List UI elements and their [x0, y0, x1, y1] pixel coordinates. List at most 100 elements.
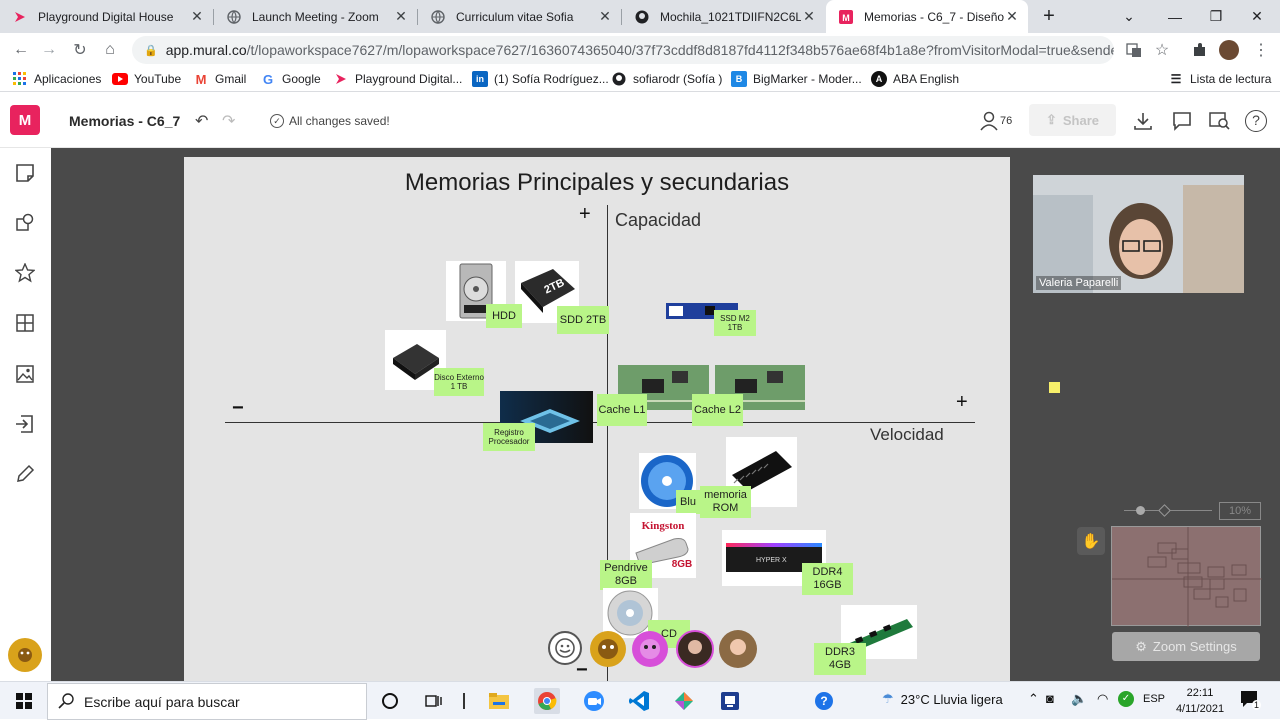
share-button[interactable]: ⇪ Share [1029, 104, 1116, 136]
tab-mural[interactable]: M Memorias - C6_7 - Diseño U ✕ [826, 0, 1028, 33]
comment-icon[interactable] [1172, 111, 1192, 136]
language-indicator[interactable]: ESP [1143, 693, 1165, 705]
collaborator-avatar-lion[interactable] [590, 631, 626, 667]
remote-app-icon[interactable] [718, 689, 742, 713]
help-app-icon[interactable]: ? [812, 689, 836, 713]
sticky-ssd-2tb[interactable]: SDD 2TB [557, 306, 609, 334]
bookmark-aba[interactable]: A ABA English [871, 70, 959, 88]
url-input[interactable]: 🔒 app.mural.co/t/lopaworkspace7627/m/lop… [132, 36, 1114, 64]
task-view-icon[interactable] [422, 689, 446, 713]
reading-list[interactable]: ☰ Lista de lectura [1168, 70, 1272, 88]
security-shield-icon[interactable]: ✓ [1118, 691, 1134, 707]
clock[interactable]: 22:11 4/11/2021 [1172, 685, 1228, 717]
text-shapes-icon[interactable] [13, 211, 37, 235]
download-icon[interactable] [1133, 111, 1153, 136]
vscode-icon[interactable] [627, 689, 651, 713]
sticky-note-icon[interactable] [13, 161, 37, 185]
bookmark-github[interactable]: sofiarodr (Sofía ) [611, 70, 722, 88]
extensions-puzzle-icon[interactable] [1186, 37, 1212, 63]
star-icon[interactable] [13, 261, 37, 285]
close-tab-icon[interactable]: ✕ [189, 8, 205, 25]
sticky-hdd[interactable]: HDD [486, 304, 522, 328]
sticky-rom[interactable]: memoria ROM [700, 486, 751, 518]
bookmark-apps[interactable]: Aplicaciones [12, 70, 101, 88]
gitkraken-icon[interactable] [672, 689, 696, 713]
reactions-smiley-icon[interactable] [548, 631, 582, 665]
sticky-ddr3[interactable]: DDR3 4GB [814, 643, 866, 675]
close-tab-icon[interactable]: ✕ [801, 8, 817, 25]
file-explorer-icon[interactable] [487, 689, 511, 713]
zoom-slider-handle[interactable] [1136, 506, 1145, 515]
bookmark-gmail[interactable]: M Gmail [193, 70, 247, 88]
bookmark-bigmarker[interactable]: B BigMarker - Moder... [731, 70, 862, 88]
frameworks-icon[interactable] [13, 311, 37, 335]
search-icon [58, 693, 74, 712]
sticky-cache-l2[interactable]: Cache L2 [692, 394, 743, 426]
new-tab-button[interactable]: + [1038, 6, 1060, 28]
bookmark-google[interactable]: G Google [260, 70, 321, 88]
tab-search-chevron-icon[interactable]: ⌄ [1106, 0, 1152, 33]
tab-zoom[interactable]: Launch Meeting - Zoom ✕ [214, 0, 417, 33]
close-window-button[interactable]: ✕ [1234, 0, 1280, 33]
image-icon[interactable] [13, 362, 37, 386]
hand-tool-icon[interactable]: ✋ [1077, 527, 1105, 555]
pencil-icon[interactable] [13, 462, 37, 486]
camera-icon[interactable]: ◙ [1046, 691, 1054, 706]
zoom-settings-button[interactable]: ⚙ Zoom Settings [1112, 632, 1260, 661]
bookmark-star-icon[interactable]: ☆ [1149, 37, 1175, 63]
back-button[interactable]: ← [8, 37, 34, 63]
notifications-icon[interactable]: 1 [1240, 690, 1261, 710]
sticky-disco-externo[interactable]: Disco Externo 1 TB [434, 368, 484, 396]
show-hidden-icons-chevron[interactable]: ⌃ [1028, 691, 1039, 707]
bookmark-playground[interactable]: Playground Digital... [333, 70, 462, 88]
cortana-icon[interactable] [378, 689, 402, 713]
speaker-icon[interactable]: 🔈 [1071, 691, 1087, 707]
sticky-ddr4[interactable]: DDR4 16GB [802, 563, 853, 595]
zoom-percent[interactable]: 10% [1219, 502, 1261, 520]
forward-button[interactable]: → [36, 37, 62, 63]
minimap[interactable] [1111, 526, 1262, 627]
weather-widget[interactable]: ☂ 23°C Lluvia ligera [882, 691, 1003, 707]
reload-button[interactable]: ↻ [67, 37, 93, 63]
bookmark-youtube[interactable]: YouTube [112, 70, 181, 88]
home-button[interactable]: ⌂ [97, 37, 123, 63]
sticky-ssd-m2[interactable]: SSD M2 1TB [714, 310, 756, 336]
zoom-app-icon[interactable] [582, 689, 606, 713]
close-tab-icon[interactable]: ✕ [597, 8, 613, 25]
collaborator-avatar-pink[interactable] [632, 631, 668, 667]
import-icon[interactable] [13, 412, 37, 436]
tab-github[interactable]: Mochila_1021TDIIFN2C6LAE ✕ [622, 0, 825, 33]
video-participant-name: Valeria Paparelli [1036, 276, 1122, 290]
board-area[interactable]: Memorias Principales y secundarias + Cap… [184, 157, 1010, 681]
minimize-button[interactable]: — [1152, 0, 1198, 33]
redo-icon[interactable]: ↷ [222, 111, 235, 131]
close-tab-icon[interactable]: ✕ [1004, 8, 1020, 25]
mural-title[interactable]: Memorias - C6_7 [69, 113, 180, 129]
sticky-cache-l1[interactable]: Cache L1 [597, 394, 647, 426]
search-board-icon[interactable] [1209, 111, 1231, 136]
tab-playground[interactable]: Playground Digital House ✕ [0, 0, 213, 33]
wifi-icon[interactable]: ◠ [1097, 691, 1108, 707]
help-icon[interactable]: ? [1245, 110, 1267, 132]
bookmark-linkedin[interactable]: in (1) Sofía Rodríguez... [472, 70, 609, 88]
mural-logo[interactable]: M [10, 105, 40, 135]
chrome-taskbar-icon[interactable] [534, 688, 560, 714]
undo-icon[interactable]: ↶ [195, 111, 208, 131]
small-sticky-note[interactable] [1049, 382, 1060, 393]
maximize-button[interactable]: ❐ [1193, 0, 1239, 33]
user-avatar[interactable] [8, 638, 42, 672]
windows-start-icon[interactable] [12, 689, 36, 713]
menu-kebab-icon[interactable]: ⋮ [1248, 37, 1274, 63]
profile-avatar[interactable] [1216, 37, 1242, 63]
tab-curriculum[interactable]: Curriculum vitae Sofia ✕ [418, 0, 621, 33]
sticky-registro[interactable]: Registro Procesador [483, 423, 535, 451]
video-feed[interactable]: Valeria Paparelli [1033, 175, 1244, 293]
close-tab-icon[interactable]: ✕ [393, 8, 409, 25]
taskbar-search-input[interactable]: Escribe aquí para buscar [47, 683, 367, 720]
sticky-blu[interactable]: Blu [676, 490, 700, 514]
collaborator-avatar-photo-2[interactable] [719, 630, 757, 668]
collaborator-avatar-photo-1[interactable] [676, 630, 714, 668]
participants-button[interactable]: 76 [980, 111, 1012, 131]
translate-icon[interactable] [1121, 37, 1147, 63]
sticky-pendrive[interactable]: Pendrive 8GB [600, 560, 652, 590]
